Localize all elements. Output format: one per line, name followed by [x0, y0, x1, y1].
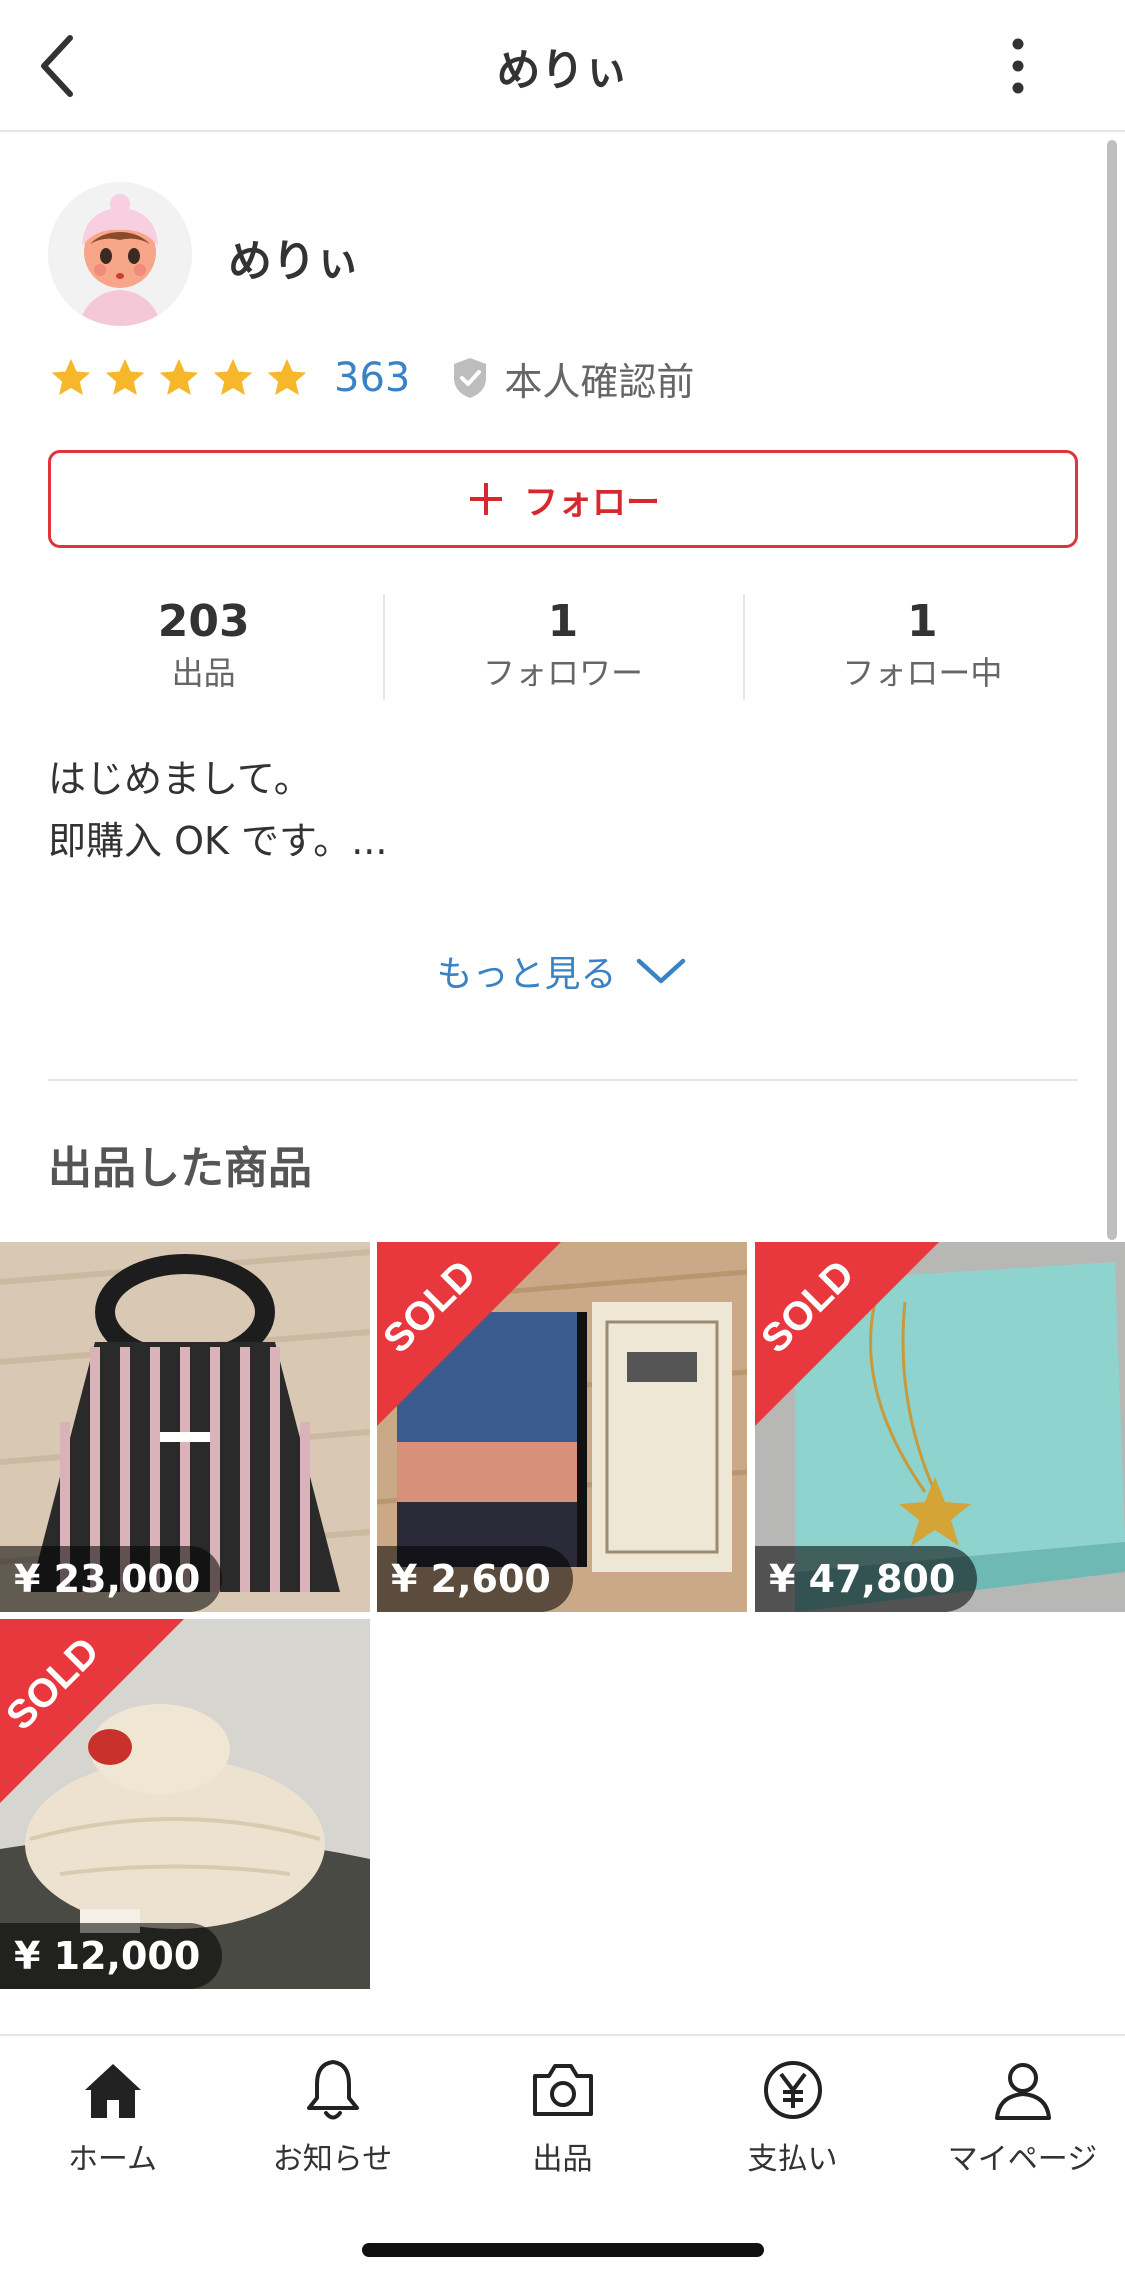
person-icon — [994, 2063, 1051, 2120]
item-card[interactable]: SOLD ¥ 2,600 — [377, 1242, 747, 1612]
stat-following[interactable]: 1 フォロー中 — [742, 594, 1102, 700]
tab-sell[interactable]: 出品 — [450, 2056, 675, 2178]
price-tag: ¥ 23,000 — [0, 1546, 223, 1612]
item-card[interactable]: ¥ 23,000 — [0, 1242, 370, 1612]
bell-icon — [306, 2060, 359, 2120]
star-icon — [51, 358, 91, 396]
bio-line: 即購入 OK です。... — [48, 819, 388, 863]
show-more-link[interactable]: もっと見る — [0, 945, 1125, 997]
tab-payment[interactable]: 支払い — [680, 2056, 905, 2178]
tab-label: 支払い — [747, 2142, 838, 2177]
item-card[interactable]: SOLD ¥ 12,000 — [0, 1619, 370, 1989]
stats-row: 203 出品 1 フォロワー 1 フォロー中 — [24, 594, 1102, 700]
verification-status: 本人確認前 — [450, 351, 694, 406]
more-vertical-icon[interactable] — [1000, 34, 1036, 98]
divider — [48, 1079, 1078, 1081]
home-icon — [84, 2064, 141, 2118]
stat-listings[interactable]: 203 出品 — [24, 594, 383, 700]
stat-label: フォロー中 — [842, 654, 1003, 692]
profile-bio: はじめまして。 即購入 OK です。... — [48, 748, 387, 872]
price-tag: ¥ 2,600 — [377, 1546, 573, 1612]
show-more-label: もっと見る — [436, 954, 617, 995]
tab-notifications[interactable]: お知らせ — [220, 2056, 445, 2178]
home-indicator[interactable] — [362, 2243, 764, 2257]
tab-label: お知らせ — [272, 2142, 393, 2177]
tab-home[interactable]: ホーム — [0, 2056, 225, 2178]
item-card[interactable]: SOLD ¥ 47,800 — [755, 1242, 1125, 1612]
tab-label: マイページ — [947, 2142, 1098, 2177]
section-title: 出品した商品 — [48, 1143, 312, 1194]
tab-label: 出品 — [532, 2142, 593, 2177]
shield-check-icon — [454, 358, 487, 398]
stat-value: 203 — [157, 596, 250, 647]
yen-icon — [763, 2061, 822, 2119]
star-icon — [267, 358, 307, 396]
stat-followers[interactable]: 1 フォロワー — [383, 594, 742, 700]
rating-row[interactable]: 363 本人確認前 — [48, 350, 694, 406]
rating-count[interactable]: 363 — [334, 355, 410, 401]
stat-label: フォロワー — [482, 654, 643, 692]
tab-mypage[interactable]: マイページ — [910, 2056, 1125, 2178]
verification-label: 本人確認前 — [504, 359, 695, 404]
user-name: めりぃ — [228, 236, 360, 287]
doll-avatar-image — [48, 182, 192, 326]
avatar[interactable] — [48, 182, 192, 326]
star-icon — [105, 358, 145, 396]
star-icon — [213, 358, 253, 396]
stat-value: 1 — [907, 596, 938, 647]
price-tag: ¥ 12,000 — [0, 1923, 223, 1989]
price-tag: ¥ 47,800 — [755, 1546, 978, 1612]
sold-badge: SOLD — [377, 1242, 561, 1426]
page-title: めりぃ — [496, 45, 629, 96]
follow-label: フォロー — [524, 482, 660, 523]
plus-icon — [470, 483, 502, 515]
app-header: めりぃ — [0, 0, 1125, 132]
tab-label: ホーム — [67, 2142, 158, 2177]
star-icon — [159, 358, 199, 396]
bio-line: はじめまして。 — [48, 757, 312, 801]
stat-label: 出品 — [171, 654, 236, 692]
scrollbar[interactable] — [1107, 140, 1117, 1240]
follow-button[interactable]: フォロー — [48, 450, 1078, 548]
sold-badge: SOLD — [0, 1619, 184, 1803]
chevron-down-icon — [636, 958, 685, 984]
stat-value: 1 — [547, 596, 579, 647]
camera-icon — [532, 2064, 593, 2116]
sold-badge: SOLD — [755, 1242, 939, 1426]
